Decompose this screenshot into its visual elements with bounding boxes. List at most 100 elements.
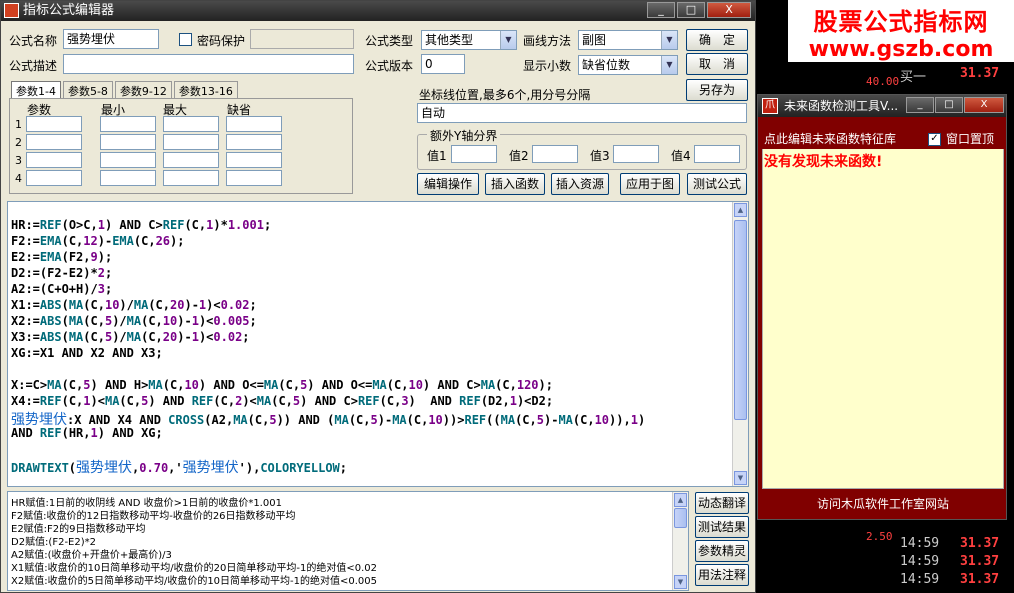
- param-row-number: 2: [15, 136, 22, 149]
- translation-panel[interactable]: HR赋值:1日前的收阴线 AND 收盘价>1日前的收盘价*1.001 F2赋值:…: [7, 491, 689, 591]
- param-max-cell[interactable]: [163, 170, 219, 186]
- desc-input[interactable]: [63, 54, 354, 74]
- val4-input[interactable]: [694, 145, 740, 163]
- quote-time: 14:59: [900, 554, 940, 569]
- name-input[interactable]: 强势埋伏: [63, 29, 159, 49]
- tab-params-13-16[interactable]: 参数13-16: [173, 81, 238, 98]
- param-default-cell[interactable]: [226, 134, 282, 150]
- scroll-thumb[interactable]: [674, 508, 687, 528]
- ok-button[interactable]: 确 定: [686, 29, 748, 51]
- future-title-bar[interactable]: 爪 未来函数检测工具V... _ □ X: [758, 95, 1006, 117]
- cancel-button[interactable]: 取 消: [686, 53, 748, 75]
- edit-ops-button[interactable]: 编辑操作: [417, 173, 479, 195]
- title-bar[interactable]: 指标公式编辑器 _ □ X: [1, 1, 755, 21]
- draw-value: 副图: [582, 33, 607, 47]
- maximize-button[interactable]: □: [677, 2, 705, 18]
- param-row-number: 3: [15, 154, 22, 167]
- param-min-cell[interactable]: [100, 170, 156, 186]
- quote-time: 14:59: [900, 536, 940, 551]
- val2-label: 值2: [509, 149, 529, 163]
- name-label: 公式名称: [9, 34, 58, 48]
- param-min-cell[interactable]: [100, 134, 156, 150]
- test-result-button[interactable]: 测试结果: [695, 516, 749, 538]
- dynamic-translate-button[interactable]: 动态翻译: [695, 492, 749, 514]
- version-input[interactable]: 0: [421, 54, 465, 74]
- param-name-cell[interactable]: [26, 134, 82, 150]
- param-min-cell[interactable]: [100, 152, 156, 168]
- quote-price: 31.37: [960, 554, 1000, 569]
- param-name-cell[interactable]: [26, 152, 82, 168]
- test-formula-button[interactable]: 测试公式: [687, 173, 747, 195]
- quote-price: 31.37: [960, 536, 1000, 551]
- formula-editor-window: 指标公式编辑器 _ □ X 公式名称 强势埋伏 密码保护 公式描述 公式类型 其…: [0, 0, 756, 593]
- code-line: X3:=ABS(MA(C,5)/MA(C,20)-1)<0.02;: [11, 330, 250, 344]
- password-input[interactable]: [250, 29, 354, 49]
- insert-function-button[interactable]: 插入函数: [485, 173, 545, 195]
- scroll-down-icon[interactable]: ▼: [734, 471, 747, 485]
- type-value: 其他类型: [425, 33, 474, 47]
- visit-website-link[interactable]: 访问木瓜软件工作室网站: [758, 495, 1008, 512]
- future-result-area: [762, 129, 1004, 489]
- val2-input[interactable]: [532, 145, 578, 163]
- quote-time: 14:59: [900, 572, 940, 587]
- scroll-thumb[interactable]: [734, 220, 747, 420]
- quote-price: 31.37: [960, 66, 1000, 81]
- apply-to-chart-button[interactable]: 应用于图: [620, 173, 680, 195]
- future-function-window: 爪 未来函数检测工具V... _ □ X 点此编辑未来函数特征库 ✓ 窗口置顶 …: [757, 94, 1007, 520]
- topmost-label: 窗口置顶: [946, 132, 995, 146]
- insert-resource-button[interactable]: 插入资源: [551, 173, 609, 195]
- val1-input[interactable]: [451, 145, 497, 163]
- formula-code-editor[interactable]: HR:=REF(O>C,1) AND C>REF(C,1)*1.001; F2:…: [7, 201, 749, 487]
- code-line: HR:=REF(O>C,1) AND C>REF(C,1)*1.001;: [11, 218, 272, 232]
- close-button[interactable]: X: [964, 97, 1004, 113]
- draw-select[interactable]: 副图 ▼: [578, 30, 678, 50]
- param-min-cell[interactable]: [100, 116, 156, 132]
- price-level: 40.00: [866, 75, 900, 88]
- tab-params-5-8[interactable]: 参数5-8: [62, 81, 113, 98]
- chevron-down-icon: ▼: [500, 31, 516, 49]
- tab-params-9-12[interactable]: 参数9-12: [114, 81, 172, 98]
- code-line: D2:=(F2-E2)*2;: [11, 266, 113, 280]
- param-name-cell[interactable]: [26, 116, 82, 132]
- code-line: XG:=X1 AND X2 AND X3;: [11, 346, 163, 360]
- code-line: X1:=ABS(MA(C,10)/MA(C,20)-1)<0.02;: [11, 298, 257, 312]
- param-default-cell[interactable]: [226, 152, 282, 168]
- maximize-button[interactable]: □: [935, 97, 963, 113]
- param-wizard-button[interactable]: 参数精灵: [695, 540, 749, 562]
- type-select[interactable]: 其他类型 ▼: [421, 30, 517, 50]
- code-scrollbar[interactable]: ▲ ▼: [732, 202, 748, 486]
- code-line: X4:=REF(C,1)<MA(C,5) AND REF(C,2)<MA(C,5…: [11, 394, 554, 408]
- axis-input[interactable]: 自动: [417, 103, 747, 123]
- param-default-cell[interactable]: [226, 116, 282, 132]
- close-button[interactable]: X: [707, 2, 751, 18]
- topmost-checkbox[interactable]: ✓: [928, 133, 941, 146]
- explain-scrollbar[interactable]: ▲ ▼: [672, 492, 688, 590]
- param-name-cell[interactable]: [26, 170, 82, 186]
- minimize-button[interactable]: _: [906, 97, 934, 113]
- code-line: X2:=ABS(MA(C,5)/MA(C,10)-1)<0.005;: [11, 314, 257, 328]
- scroll-down-icon[interactable]: ▼: [674, 575, 687, 589]
- code-line: E2:=EMA(F2,9);: [11, 250, 113, 264]
- tab-params-1-4[interactable]: 参数1-4: [11, 81, 61, 98]
- password-label: 密码保护: [197, 34, 246, 48]
- explain-line: X2赋值:收盘价的5日简单移动平均/收盘价的10日简单移动平均-1的绝对值<0.…: [11, 576, 378, 587]
- param-max-cell[interactable]: [163, 134, 219, 150]
- scroll-up-icon[interactable]: ▲: [674, 493, 687, 507]
- val4-label: 值4: [671, 149, 691, 163]
- password-checkbox[interactable]: [179, 33, 192, 46]
- val3-input[interactable]: [613, 145, 659, 163]
- saveas-button[interactable]: 另存为: [686, 79, 748, 101]
- code-line: A2:=(C+O+H)/3;: [11, 282, 113, 296]
- edit-feature-lib-label: 点此编辑未来函数特征库: [764, 132, 897, 146]
- param-max-cell[interactable]: [163, 152, 219, 168]
- chevron-down-icon: ▼: [661, 56, 677, 74]
- scroll-up-icon[interactable]: ▲: [734, 203, 747, 217]
- axis-label: 坐标线位置,最多6个,用分号分隔: [419, 88, 591, 102]
- param-max-cell[interactable]: [163, 116, 219, 132]
- usage-notes-button[interactable]: 用法注释: [695, 564, 749, 586]
- edit-feature-lib-link[interactable]: 点此编辑未来函数特征库 ✓ 窗口置顶: [762, 129, 1004, 149]
- param-default-cell[interactable]: [226, 170, 282, 186]
- desc-label: 公式描述: [9, 59, 58, 73]
- minimize-button[interactable]: _: [647, 2, 675, 18]
- decimal-select[interactable]: 缺省位数 ▼: [578, 55, 678, 75]
